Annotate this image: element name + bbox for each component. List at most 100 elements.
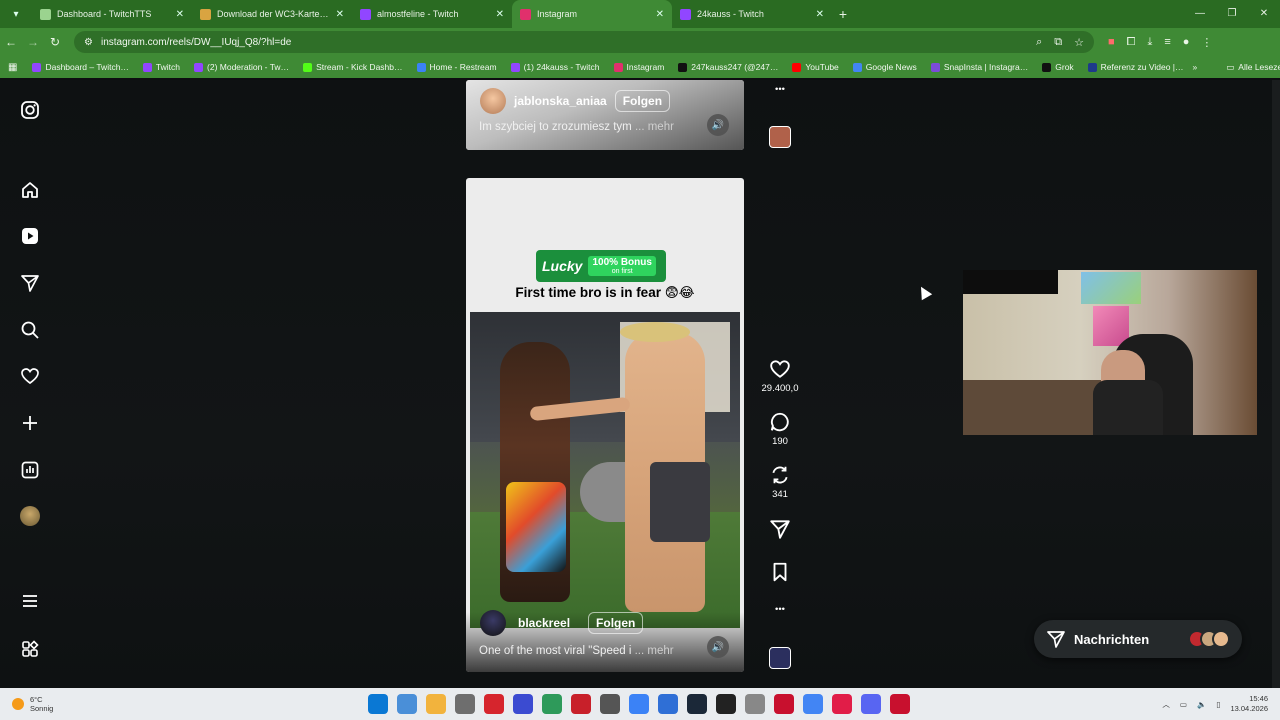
browser-tab[interactable]: 24kauss - Twitch ✕: [672, 0, 832, 28]
reel-video[interactable]: [470, 312, 740, 628]
previous-reel[interactable]: jablonska_aniaa Folgen Im szybciej to zr…: [466, 80, 744, 150]
bookmark-item[interactable]: (1) 24kauss - Twitch: [506, 62, 605, 72]
send-icon[interactable]: [769, 518, 791, 540]
tray-expand-icon[interactable]: ︿: [1162, 699, 1170, 710]
volume-icon[interactable]: 🔈: [1197, 700, 1206, 709]
current-reel[interactable]: Lucky 100% Bonus on first First time bro …: [466, 178, 744, 672]
discord-icon[interactable]: [861, 694, 881, 714]
close-tab-icon[interactable]: ✕: [336, 9, 344, 20]
tab-search-icon[interactable]: ▾: [6, 4, 26, 24]
site-info-icon[interactable]: ⚙: [84, 37, 93, 48]
app-icon[interactable]: [542, 694, 562, 714]
browser-tab[interactable]: Download der WC3-Karte „Ani… ✕: [192, 0, 352, 28]
app-icon[interactable]: [745, 694, 765, 714]
sound-icon[interactable]: 🔊: [707, 636, 729, 658]
vivaldi-icon[interactable]: [513, 694, 533, 714]
reel-author[interactable]: jablonska_aniaa Folgen: [480, 88, 671, 114]
browser-tab[interactable]: Dashboard - TwitchTTS ✕: [32, 0, 192, 28]
bookmark-item[interactable]: Dashboard – Twitch…: [27, 62, 133, 72]
author-avatar[interactable]: [480, 610, 506, 636]
close-tab-icon[interactable]: ✕: [496, 9, 504, 20]
audio-thumbnail[interactable]: [760, 647, 800, 669]
repost-button[interactable]: 341: [760, 464, 800, 500]
extensions-puzzle-icon[interactable]: ⧠: [1127, 36, 1136, 49]
heart-icon[interactable]: [18, 364, 42, 388]
reel-author[interactable]: blackreel Folgen: [480, 610, 644, 636]
back-button[interactable]: ←: [0, 35, 22, 49]
search-icon[interactable]: [18, 318, 42, 342]
repost-icon[interactable]: [769, 464, 791, 486]
bookmark-item[interactable]: Home - Restream: [412, 62, 502, 72]
app-icon[interactable]: [484, 694, 504, 714]
app-icon[interactable]: [658, 694, 678, 714]
browser-menu-icon[interactable]: ⋮: [1201, 36, 1212, 49]
cast-icon[interactable]: ⧉: [1054, 36, 1062, 49]
extension-icon[interactable]: ■: [1108, 36, 1115, 49]
maximize-button[interactable]: ❐: [1216, 0, 1248, 28]
network-icon[interactable]: ▭: [1180, 700, 1187, 709]
bookmark-item[interactable]: (2) Moderation - Tw…: [189, 62, 294, 72]
steam-icon[interactable]: [687, 694, 707, 714]
bookmark-item[interactable]: Grok: [1037, 62, 1078, 72]
create-plus-icon[interactable]: [18, 411, 42, 435]
app-icon[interactable]: [571, 694, 591, 714]
close-tab-icon[interactable]: ✕: [656, 9, 664, 20]
chrome-icon[interactable]: [803, 694, 823, 714]
share-button[interactable]: [760, 518, 800, 540]
apps-icon[interactable]: [18, 637, 42, 661]
minimize-button[interactable]: —: [1184, 0, 1216, 28]
audio-thumbnail[interactable]: [760, 126, 800, 148]
profile-avatar-icon[interactable]: [18, 504, 42, 528]
heart-icon[interactable]: [769, 358, 791, 380]
all-bookmarks[interactable]: ▭Alle Lesezeichen: [1221, 62, 1280, 73]
more-bookmarks-icon[interactable]: »: [1193, 62, 1198, 72]
reel-caption[interactable]: One of the most viral "Speed i ... mehr: [479, 645, 674, 657]
bookmark-item[interactable]: SnapInsta | Instagra…: [926, 62, 1033, 72]
close-tab-icon[interactable]: ✕: [816, 9, 824, 20]
messages-button[interactable]: Nachrichten: [1034, 620, 1242, 658]
taskview-icon[interactable]: [397, 694, 417, 714]
windows-start-icon[interactable]: [368, 694, 388, 714]
zoom-icon[interactable]: ⌕: [1036, 36, 1042, 49]
sound-icon[interactable]: 🔊: [707, 114, 729, 136]
reload-button[interactable]: ↻: [44, 35, 66, 49]
reels-icon[interactable]: [18, 224, 42, 248]
app-icon[interactable]: [890, 694, 910, 714]
insights-icon[interactable]: [18, 458, 42, 482]
clock[interactable]: 15:46 13.04.2026: [1230, 694, 1268, 714]
mouse-app-icon[interactable]: [455, 694, 475, 714]
app-icon[interactable]: [629, 694, 649, 714]
download-icon[interactable]: ⤓: [1147, 36, 1152, 49]
send-icon[interactable]: [18, 271, 42, 295]
follow-button[interactable]: Folgen: [588, 612, 644, 634]
bookmark-item[interactable]: Google News: [848, 62, 922, 72]
bookmark-item[interactable]: Stream - Kick Dashb…: [298, 62, 407, 72]
bookmark-icon[interactable]: [769, 561, 791, 583]
new-tab-button[interactable]: +: [832, 6, 854, 22]
more-options-icon[interactable]: •••: [760, 604, 800, 615]
bookmark-item[interactable]: Instagram: [609, 62, 670, 72]
profile-icon[interactable]: ●: [1183, 36, 1190, 49]
like-button[interactable]: 29.400,0: [760, 358, 800, 394]
menu-icon[interactable]: [18, 589, 42, 613]
opera-icon[interactable]: [832, 694, 852, 714]
weather-widget[interactable]: 6°C Sonnig: [0, 695, 53, 713]
more-options-icon[interactable]: •••: [760, 84, 800, 95]
reel-caption[interactable]: Im szybciej to zrozumiesz tym ... mehr: [479, 121, 674, 133]
page-scrollbar[interactable]: [1272, 80, 1280, 688]
comment-icon[interactable]: [769, 411, 791, 433]
app-icon[interactable]: [774, 694, 794, 714]
bookmark-item[interactable]: Referenz zu Video |…: [1083, 62, 1189, 72]
apps-grid-icon[interactable]: ▦: [8, 62, 17, 73]
save-button[interactable]: [760, 561, 800, 583]
bookmark-item[interactable]: 247kauss247 (@247…: [673, 62, 783, 72]
home-icon[interactable]: [18, 178, 42, 202]
app-icon[interactable]: [600, 694, 620, 714]
url-bar[interactable]: ⚙ instagram.com/reels/DW__IUqj_Q8/?hl=de…: [74, 31, 1094, 53]
battery-icon[interactable]: ▯: [1216, 700, 1220, 709]
bookmark-item[interactable]: Twitch: [138, 62, 185, 72]
close-tab-icon[interactable]: ✕: [176, 9, 184, 20]
close-window-button[interactable]: ✕: [1248, 0, 1280, 28]
comment-button[interactable]: 190: [760, 411, 800, 447]
terminal-icon[interactable]: [716, 694, 736, 714]
